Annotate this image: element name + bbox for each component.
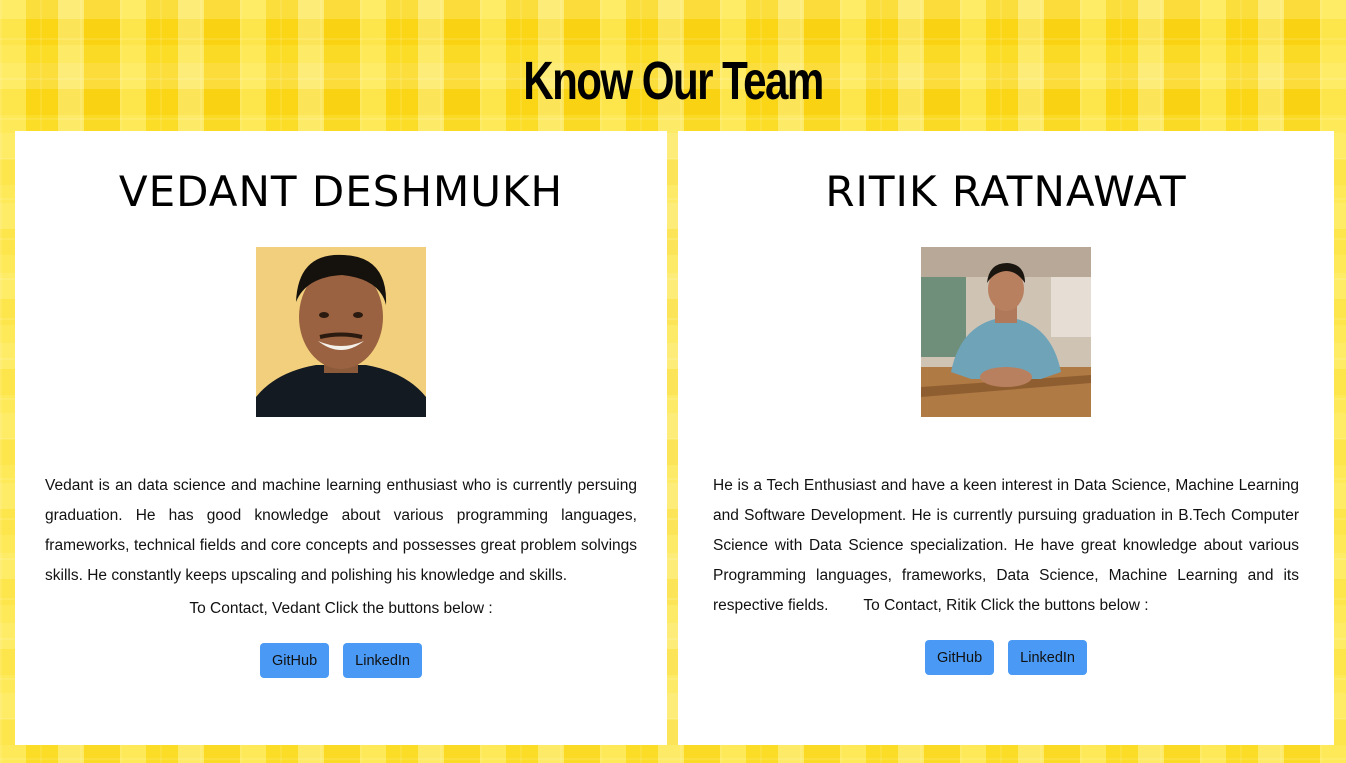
- github-button[interactable]: GitHub: [925, 640, 995, 675]
- portrait-image: [256, 247, 426, 417]
- member-name: VEDANT DESHMUKH: [118, 167, 564, 216]
- member-bio: Vedant is an data science and machine le…: [45, 477, 637, 584]
- portrait-image: [921, 247, 1091, 417]
- page-title: Know Our Team: [523, 51, 824, 112]
- contact-text: To Contact, Ritik Click the buttons belo…: [863, 597, 1149, 614]
- member-name: RITIK RATNAWAT: [825, 167, 1187, 216]
- team-card-vedant: VEDANT DESHMUKH Vedant is an data scienc…: [15, 131, 667, 745]
- team-card-ritik: RITIK RATNAWAT He is a Tech Enthusiast a…: [678, 131, 1334, 745]
- contact-buttons: GitHub LinkedIn: [15, 643, 667, 678]
- github-button[interactable]: GitHub: [260, 643, 330, 678]
- contact-text: To Contact, Vedant Click the buttons bel…: [189, 600, 493, 617]
- member-photo-ritik: [921, 247, 1091, 417]
- contact-buttons: GitHub LinkedIn: [678, 640, 1334, 675]
- member-photo-vedant: [256, 247, 426, 417]
- linkedin-button[interactable]: LinkedIn: [1008, 640, 1087, 675]
- linkedin-button[interactable]: LinkedIn: [343, 643, 422, 678]
